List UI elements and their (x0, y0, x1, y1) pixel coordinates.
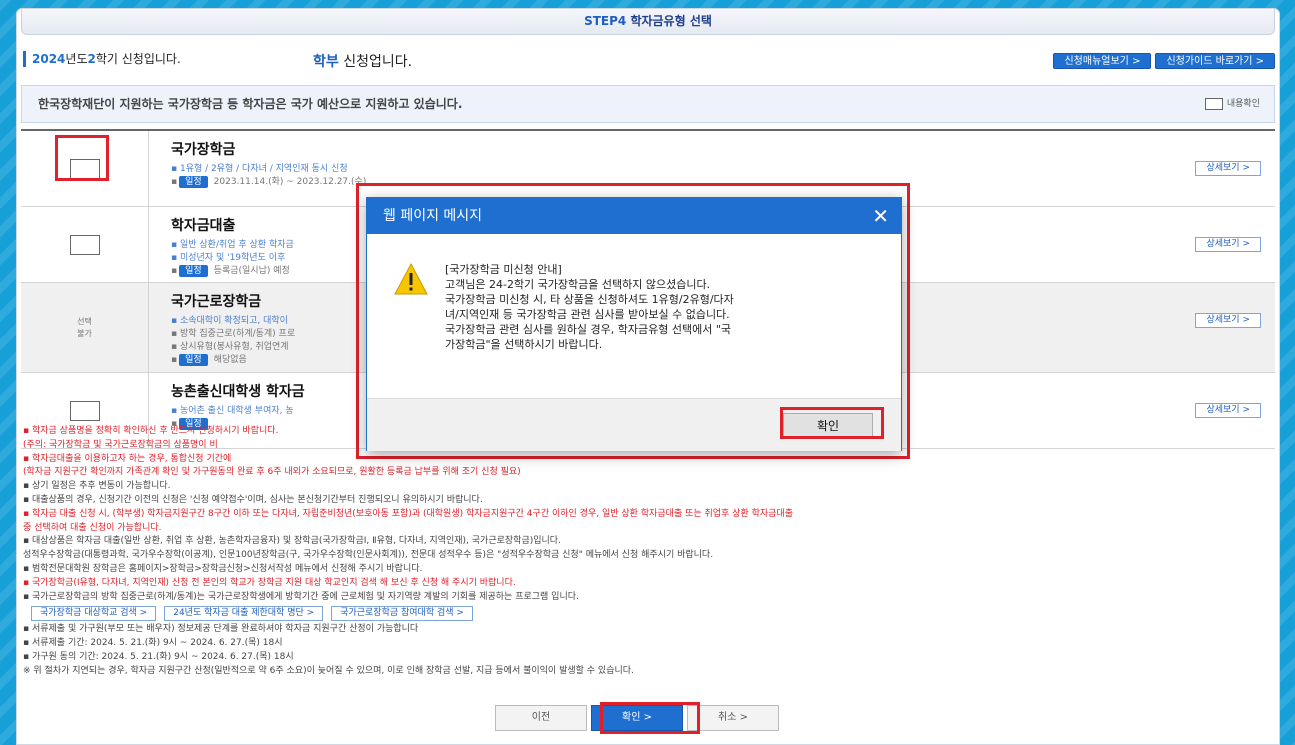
schedule-tag: 일정 (179, 265, 208, 277)
note: ▪ 학자금 대출 신청 시, (학부생) 학자금지원구간 8구간 이하 또는 다… (23, 508, 793, 519)
highlight-dialog-ok (780, 407, 884, 439)
row-info: 농촌출신대학생 학자금 ▪ 농어촌 출신 대학생 부여자, 농 ▪ 일정 (171, 381, 305, 431)
apply-type-highlight: 학부 (313, 54, 339, 70)
link-group: 국가장학금 대상학교 검색 > 24년도 학자금 대출 제한대학 명단 > 국가… (31, 606, 1273, 622)
school-search-link[interactable]: 국가장학금 대상학교 검색 > (31, 606, 157, 622)
row-desc: ▪ 1유형 / 2유형 / 다자녀 / 지역인재 동시 신청 (171, 164, 348, 174)
message-line: 녀/지역인재 등 국가장학금 관련 심사를 받아보실 수 없습니다. (445, 308, 730, 321)
dialog-title-bar: 웹 페이지 메시지 ✕ (367, 198, 901, 234)
select-checkbox-rural-loan[interactable] (69, 400, 100, 421)
message-line: 고객님은 24-2학기 국가장학금을 선택하지 않으셨습니다. (445, 278, 711, 291)
content-confirm-checkbox[interactable] (1204, 98, 1223, 110)
row-title: 국가근로장학금 (171, 294, 262, 310)
highlight-national-checkbox (55, 135, 109, 181)
row-desc: ▪ 소속대학이 확정되고, 대학이 (171, 316, 288, 326)
work-univ-search-link[interactable]: 국가근로장학금 참여대학 검색 > (331, 606, 473, 622)
semester-suffix: 학기 신청입니다. (95, 52, 181, 66)
row-title: 농촌출신대학생 학자금 (171, 384, 305, 400)
notes-section: ▪ 학자금 상품명을 정확히 확인하신 후 반드시 신청하시기 바랍니다. (주… (23, 425, 1273, 679)
note: ▪ 대출상품의 경우, 신청기간 이전의 신청은 '신청 예약접수'이며, 심사… (23, 494, 483, 505)
select-cell (21, 207, 149, 282)
row-title: 학자금대출 (171, 218, 236, 234)
message-line: [국가장학금 미신청 안내] (445, 263, 562, 276)
dialog-body: [국가장학금 미신청 안내] 고객님은 24-2학기 국가장학금을 선택하지 않… (367, 234, 901, 396)
note: ▪ 상기 일정은 추후 변동이 가능합니다. (23, 481, 171, 492)
select-checkbox-student-loan[interactable] (69, 234, 100, 255)
note: 중 선택하여 대출 신청이 가능합니다. (23, 522, 162, 533)
content-confirm-label: 내용확인 (1226, 99, 1260, 109)
semester-info: 2024년도2학기 신청입니다. (23, 51, 181, 67)
step-header: STEP4 학자금유형 선택 (21, 9, 1275, 35)
note: (학자금 지원구간 확인까지 가족관계 확인 및 가구원동의 완료 후 6주 내… (23, 467, 521, 478)
prev-button[interactable]: 이전 (495, 705, 587, 731)
content-confirm[interactable]: 내용확인 (1204, 96, 1260, 112)
close-icon[interactable]: ✕ (872, 198, 889, 234)
message-line: 가장학금"을 선택하시기 바랍니다. (445, 338, 603, 351)
detail-button-work-scholarship[interactable]: 상세보기 > (1195, 313, 1261, 328)
warning-icon (394, 262, 428, 295)
row-schedule: ▪ 일정 등록금(일시납) 예정 (171, 265, 290, 277)
note: ▪ 국가장학금(Ⅰ유형, 다자녀, 지역인재) 신청 전 본인의 학교가 장학금… (23, 577, 516, 588)
apply-type: 학부 신청업니다. (313, 51, 412, 71)
row-title: 국가장학금 (171, 142, 236, 158)
dialog-message: [국가장학금 미신청 안내] 고객님은 24-2학기 국가장학금을 선택하지 않… (445, 262, 865, 396)
notice-text: 한국장학재단이 지원하는 국가장학금 등 학자금은 국가 예산으로 지원하고 있… (38, 97, 463, 111)
row-desc: ▪ 농어촌 출신 대학생 부여자, 농 (171, 406, 294, 416)
row-info: 학자금대출 ▪ 일반 상환/취업 후 상환 학자금 ▪ 미성년자 및 '19학년… (171, 215, 294, 278)
schedule-tag: 일정 (179, 176, 208, 188)
detail-button-rural-loan[interactable]: 상세보기 > (1195, 403, 1261, 418)
detail-button-student-loan[interactable]: 상세보기 > (1195, 237, 1261, 252)
note: ※ 위 절차가 지연되는 경우, 학자금 지원구간 산정(일반적으로 약 6주 … (23, 665, 634, 676)
row-desc: ▪ 일반 상환/취업 후 상환 학자금 (171, 240, 294, 250)
step-number: STEP4 (584, 14, 627, 28)
semester-number: 2 (87, 52, 96, 66)
detail-button-national-scholarship[interactable]: 상세보기 > (1195, 161, 1261, 176)
note: ▪ 국가근로장학금의 방학 집중근로(하계/동계)는 국가근로장학생에게 방학기… (23, 591, 579, 602)
note: ▪ 서류제출 기간: 2024. 5. 21.(화) 9시 ~ 2024. 6.… (23, 638, 283, 649)
message-line: 국가장학금 미신청 시, 타 상품을 신청하셔도 1유형/2유형/다자 (445, 293, 734, 306)
row-desc: ▪ 상시유형(봉사유형, 취업연계 (171, 342, 289, 352)
note: 성적우수장학금(대통령과학, 국가우수장학(이공계), 인문100년장학금(구,… (23, 550, 714, 561)
notice-bar: 한국장학재단이 지원하는 국가장학금 등 학자금은 국가 예산으로 지원하고 있… (21, 85, 1275, 123)
row-desc: ▪ 미성년자 및 '19학년도 이후 (171, 253, 286, 263)
semester-year: 2024 (32, 52, 66, 66)
row-schedule: ▪ 일정 해당없음 (171, 354, 247, 366)
row-info: 국가장학금 ▪ 1유형 / 2유형 / 다자녀 / 지역인재 동시 신청 ▪ 일정… (171, 139, 366, 189)
row-desc: ▪ 방학 집중근로(하계/동계) 프로 (171, 329, 296, 339)
note: ▪ 범학전문대학원 장학금은 홈페이지>장학금>장학금신청>신청서작성 메뉴에서… (23, 563, 423, 574)
semester-year-unit: 년도 (65, 52, 88, 66)
top-button-group: 신청매뉴얼보기 > 신청가이드 바로가기 > (1053, 53, 1275, 69)
note: ▪ 서류제출 및 가구원(부모 또는 배우자) 정보제공 단계를 완료하셔야 학… (23, 624, 419, 635)
note: ▪ 가구원 동의 기간: 2024. 5. 21.(화) 9시 ~ 2024. … (23, 651, 294, 662)
cancel-button[interactable]: 취소 > (687, 705, 779, 731)
row-schedule: ▪ 일정 2023.11.14.(화) ~ 2023.12.27.(수) (171, 176, 367, 188)
note: ▪ 대상상품은 학자금 대출(일반 상환, 취업 후 상환, 농촌학자금융자) … (23, 536, 561, 547)
manual-button[interactable]: 신청매뉴얼보기 > (1053, 53, 1152, 69)
step-title: 학자금유형 선택 (630, 14, 712, 28)
select-unavailable: 선택 불가 (77, 316, 92, 338)
guide-button[interactable]: 신청가이드 바로가기 > (1155, 53, 1275, 69)
dialog-title: 웹 페이지 메시지 (383, 208, 483, 224)
highlight-confirm-button (600, 702, 700, 734)
row-info: 국가근로장학금 ▪ 소속대학이 확정되고, 대학이 ▪ 방학 집중근로(하계/동… (171, 291, 295, 367)
message-line: 국가장학금 관련 심사를 원하실 경우, 학자금유형 선택에서 "국 (445, 323, 732, 336)
select-cell: 선택 불가 (21, 283, 149, 372)
apply-type-suffix: 신청업니다. (338, 54, 413, 70)
schedule-tag: 일정 (179, 354, 208, 366)
loan-restricted-list-link[interactable]: 24년도 학자금 대출 제한대학 명단 > (164, 606, 324, 622)
